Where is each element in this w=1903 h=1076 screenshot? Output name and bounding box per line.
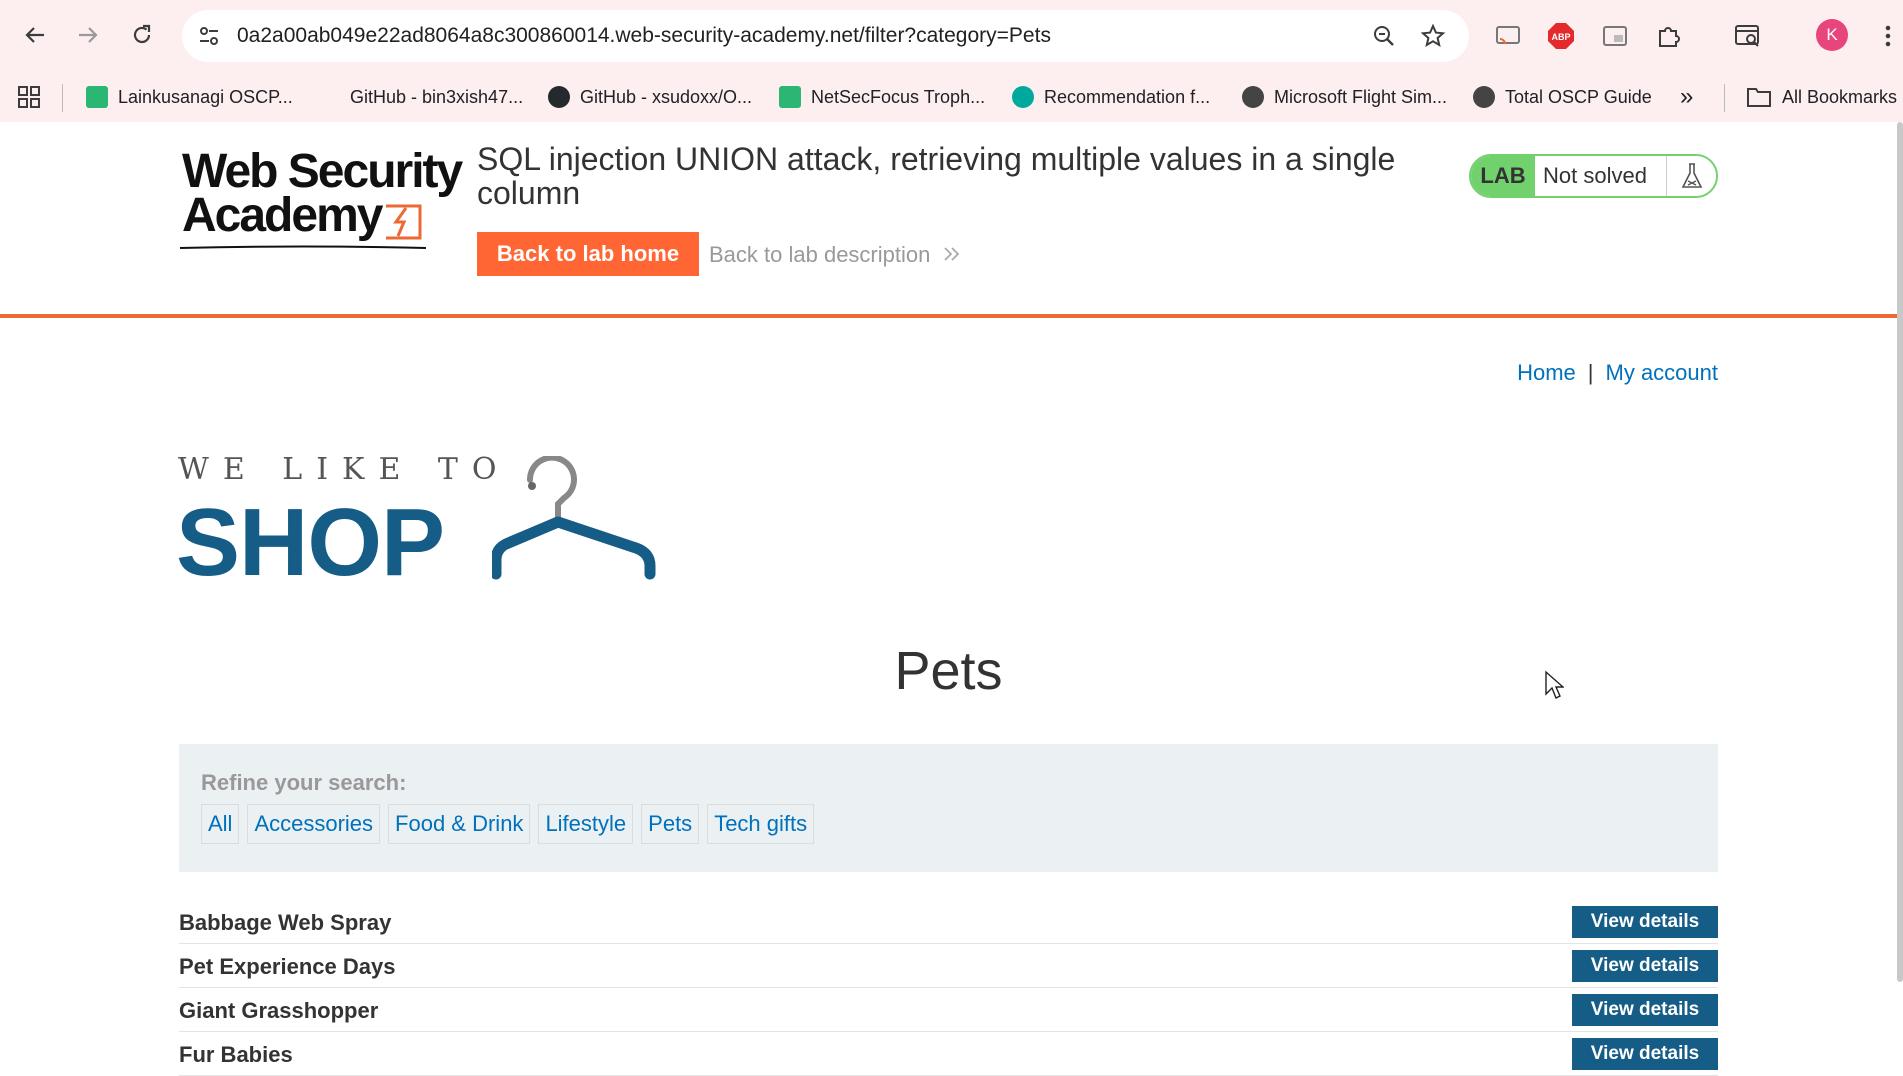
category-link-food-drink[interactable]: Food & Drink — [388, 804, 531, 844]
bookmark-label: GitHub - xsudoxx/O... — [580, 86, 753, 107]
bookmark-item[interactable]: Recommendation f... — [1012, 82, 1210, 112]
all-bookmarks-button[interactable]: All Bookmarks — [1746, 82, 1897, 112]
back-to-lab-description-link[interactable]: Back to lab description — [709, 242, 962, 268]
more-bookmarks-button[interactable]: » — [1680, 82, 1693, 112]
view-details-button[interactable]: View details — [1572, 906, 1718, 938]
view-details-button[interactable]: View details — [1572, 1038, 1718, 1070]
bookmarks-divider — [62, 84, 63, 112]
browser-chrome: 0a2a00ab049e22ad8064a8c300860014.web-sec… — [0, 0, 1903, 122]
bookmark-item[interactable]: Lainkusanagi OSCP... — [86, 82, 293, 112]
lab-status-badge: LAB Not solved — [1469, 154, 1718, 198]
category-link-all[interactable]: All — [201, 804, 240, 844]
all-bookmarks-label: All Bookmarks — [1782, 86, 1898, 107]
url-text[interactable]: 0a2a00ab049e22ad8064a8c300860014.web-sec… — [237, 24, 1051, 48]
web-security-academy-logo[interactable]: Web Security Academy — [178, 144, 463, 254]
apps-grid-icon[interactable] — [18, 82, 40, 112]
product-name: Pet Experience Days — [179, 954, 396, 979]
profile-avatar[interactable]: K — [1816, 19, 1848, 51]
bookmark-item[interactable]: GitHub - bin3xish47... — [318, 82, 523, 112]
adblock-icon[interactable]: ABP — [1546, 21, 1576, 51]
reload-icon[interactable] — [124, 17, 160, 53]
mouse-cursor-icon — [1545, 670, 1564, 699]
bookmark-item[interactable]: Total OSCP Guide — [1473, 82, 1652, 112]
globe-icon — [1242, 86, 1264, 108]
product-list: Babbage Web Spray View details Pet Exper… — [179, 900, 1718, 1076]
bookmark-item[interactable]: GitHub - xsudoxx/O... — [548, 82, 752, 112]
bookmark-star-icon[interactable] — [1420, 23, 1446, 49]
kebab-menu-icon[interactable] — [1873, 21, 1903, 51]
back-desc-label: Back to lab description — [709, 242, 931, 267]
address-bar[interactable]: 0a2a00ab049e22ad8064a8c300860014.web-sec… — [182, 10, 1469, 62]
bookmarks-divider — [1724, 84, 1725, 112]
back-to-lab-home-button[interactable]: Back to lab home — [477, 232, 699, 276]
account-nav: Home | My account — [1517, 360, 1718, 386]
lab-status-text: Not solved — [1543, 163, 1647, 188]
my-account-link[interactable]: My account — [1606, 360, 1719, 385]
view-details-button[interactable]: View details — [1572, 950, 1718, 982]
bookmark-label: GitHub - bin3xish47... — [350, 86, 524, 107]
bookmark-label: Recommendation f... — [1044, 86, 1211, 107]
shop-tagline: WE LIKE TO — [178, 452, 511, 487]
home-link[interactable]: Home — [1517, 360, 1576, 385]
zoom-icon[interactable] — [1371, 23, 1397, 49]
nav-separator: | — [1587, 360, 1594, 385]
extensions-puzzle-icon[interactable] — [1654, 21, 1684, 51]
logo-underline-icon — [179, 245, 427, 249]
site-info-icon[interactable] — [196, 23, 222, 49]
bookmarks-bar: Lainkusanagi OSCP... GitHub - bin3xish47… — [0, 72, 1903, 122]
picture-in-picture-icon[interactable] — [1600, 21, 1630, 51]
logo-line2: Academy — [182, 189, 383, 242]
bookmark-favicon-icon — [86, 86, 108, 108]
tab-search-icon[interactable] — [1733, 21, 1763, 51]
folder-icon — [1747, 88, 1771, 107]
category-link-tech-gifts[interactable]: Tech gifts — [707, 804, 815, 844]
svg-text:ABP: ABP — [1551, 32, 1570, 42]
category-link-pets[interactable]: Pets — [641, 804, 700, 844]
view-details-button[interactable]: View details — [1572, 994, 1718, 1026]
table-row: Fur Babies View details — [179, 1032, 1718, 1076]
bookmark-label: Lainkusanagi OSCP... — [118, 86, 293, 107]
bookmark-item[interactable]: NetSecFocus Troph... — [779, 82, 985, 112]
cast-icon[interactable] — [1493, 21, 1523, 51]
product-name: Fur Babies — [179, 1042, 293, 1067]
bookmark-label: Microsoft Flight Sim... — [1274, 86, 1448, 107]
lab-title: SQL injection UNION attack, retrieving m… — [477, 141, 1396, 211]
product-name: Giant Grasshopper — [179, 998, 379, 1023]
browser-toolbar: 0a2a00ab049e22ad8064a8c300860014.web-sec… — [0, 0, 1903, 72]
clothes-hanger-icon — [492, 456, 656, 580]
page-title: Pets — [894, 641, 1003, 701]
bookmark-label: NetSecFocus Troph... — [811, 86, 986, 107]
table-row: Pet Experience Days View details — [179, 944, 1718, 988]
double-chevron-right-icon — [944, 247, 960, 261]
shop-word: SHOP — [176, 489, 445, 596]
category-link-lifestyle[interactable]: Lifestyle — [538, 804, 634, 844]
bookmark-favicon-icon — [1012, 86, 1034, 108]
we-like-to-shop-logo: WE LIKE TO SHOP — [176, 448, 658, 596]
category-link-accessories[interactable]: Accessories — [247, 804, 381, 844]
back-arrow-icon[interactable] — [17, 17, 53, 53]
bookmark-favicon-icon — [779, 86, 801, 108]
github-icon — [548, 86, 570, 108]
filter-panel: Refine your search: All Accessories Food… — [179, 744, 1718, 872]
forward-arrow-icon[interactable] — [70, 17, 106, 53]
bookmark-label: Total OSCP Guide — [1505, 86, 1652, 107]
table-row: Giant Grasshopper View details — [179, 988, 1718, 1032]
lab-badge-label: LAB — [1471, 156, 1535, 196]
refine-search-label: Refine your search: — [201, 770, 407, 795]
page-scrollbar[interactable] — [1897, 122, 1903, 982]
product-name: Babbage Web Spray — [179, 910, 392, 935]
category-filters: All Accessories Food & Drink Lifestyle P… — [201, 804, 815, 844]
lightning-bolt-icon — [386, 204, 422, 240]
flask-icon — [1666, 156, 1716, 196]
globe-icon — [1473, 86, 1495, 108]
bookmark-item[interactable]: Microsoft Flight Sim... — [1242, 82, 1447, 112]
table-row: Babbage Web Spray View details — [179, 900, 1718, 944]
lab-header: Web Security Academy SQL injection UNION… — [0, 122, 1897, 318]
